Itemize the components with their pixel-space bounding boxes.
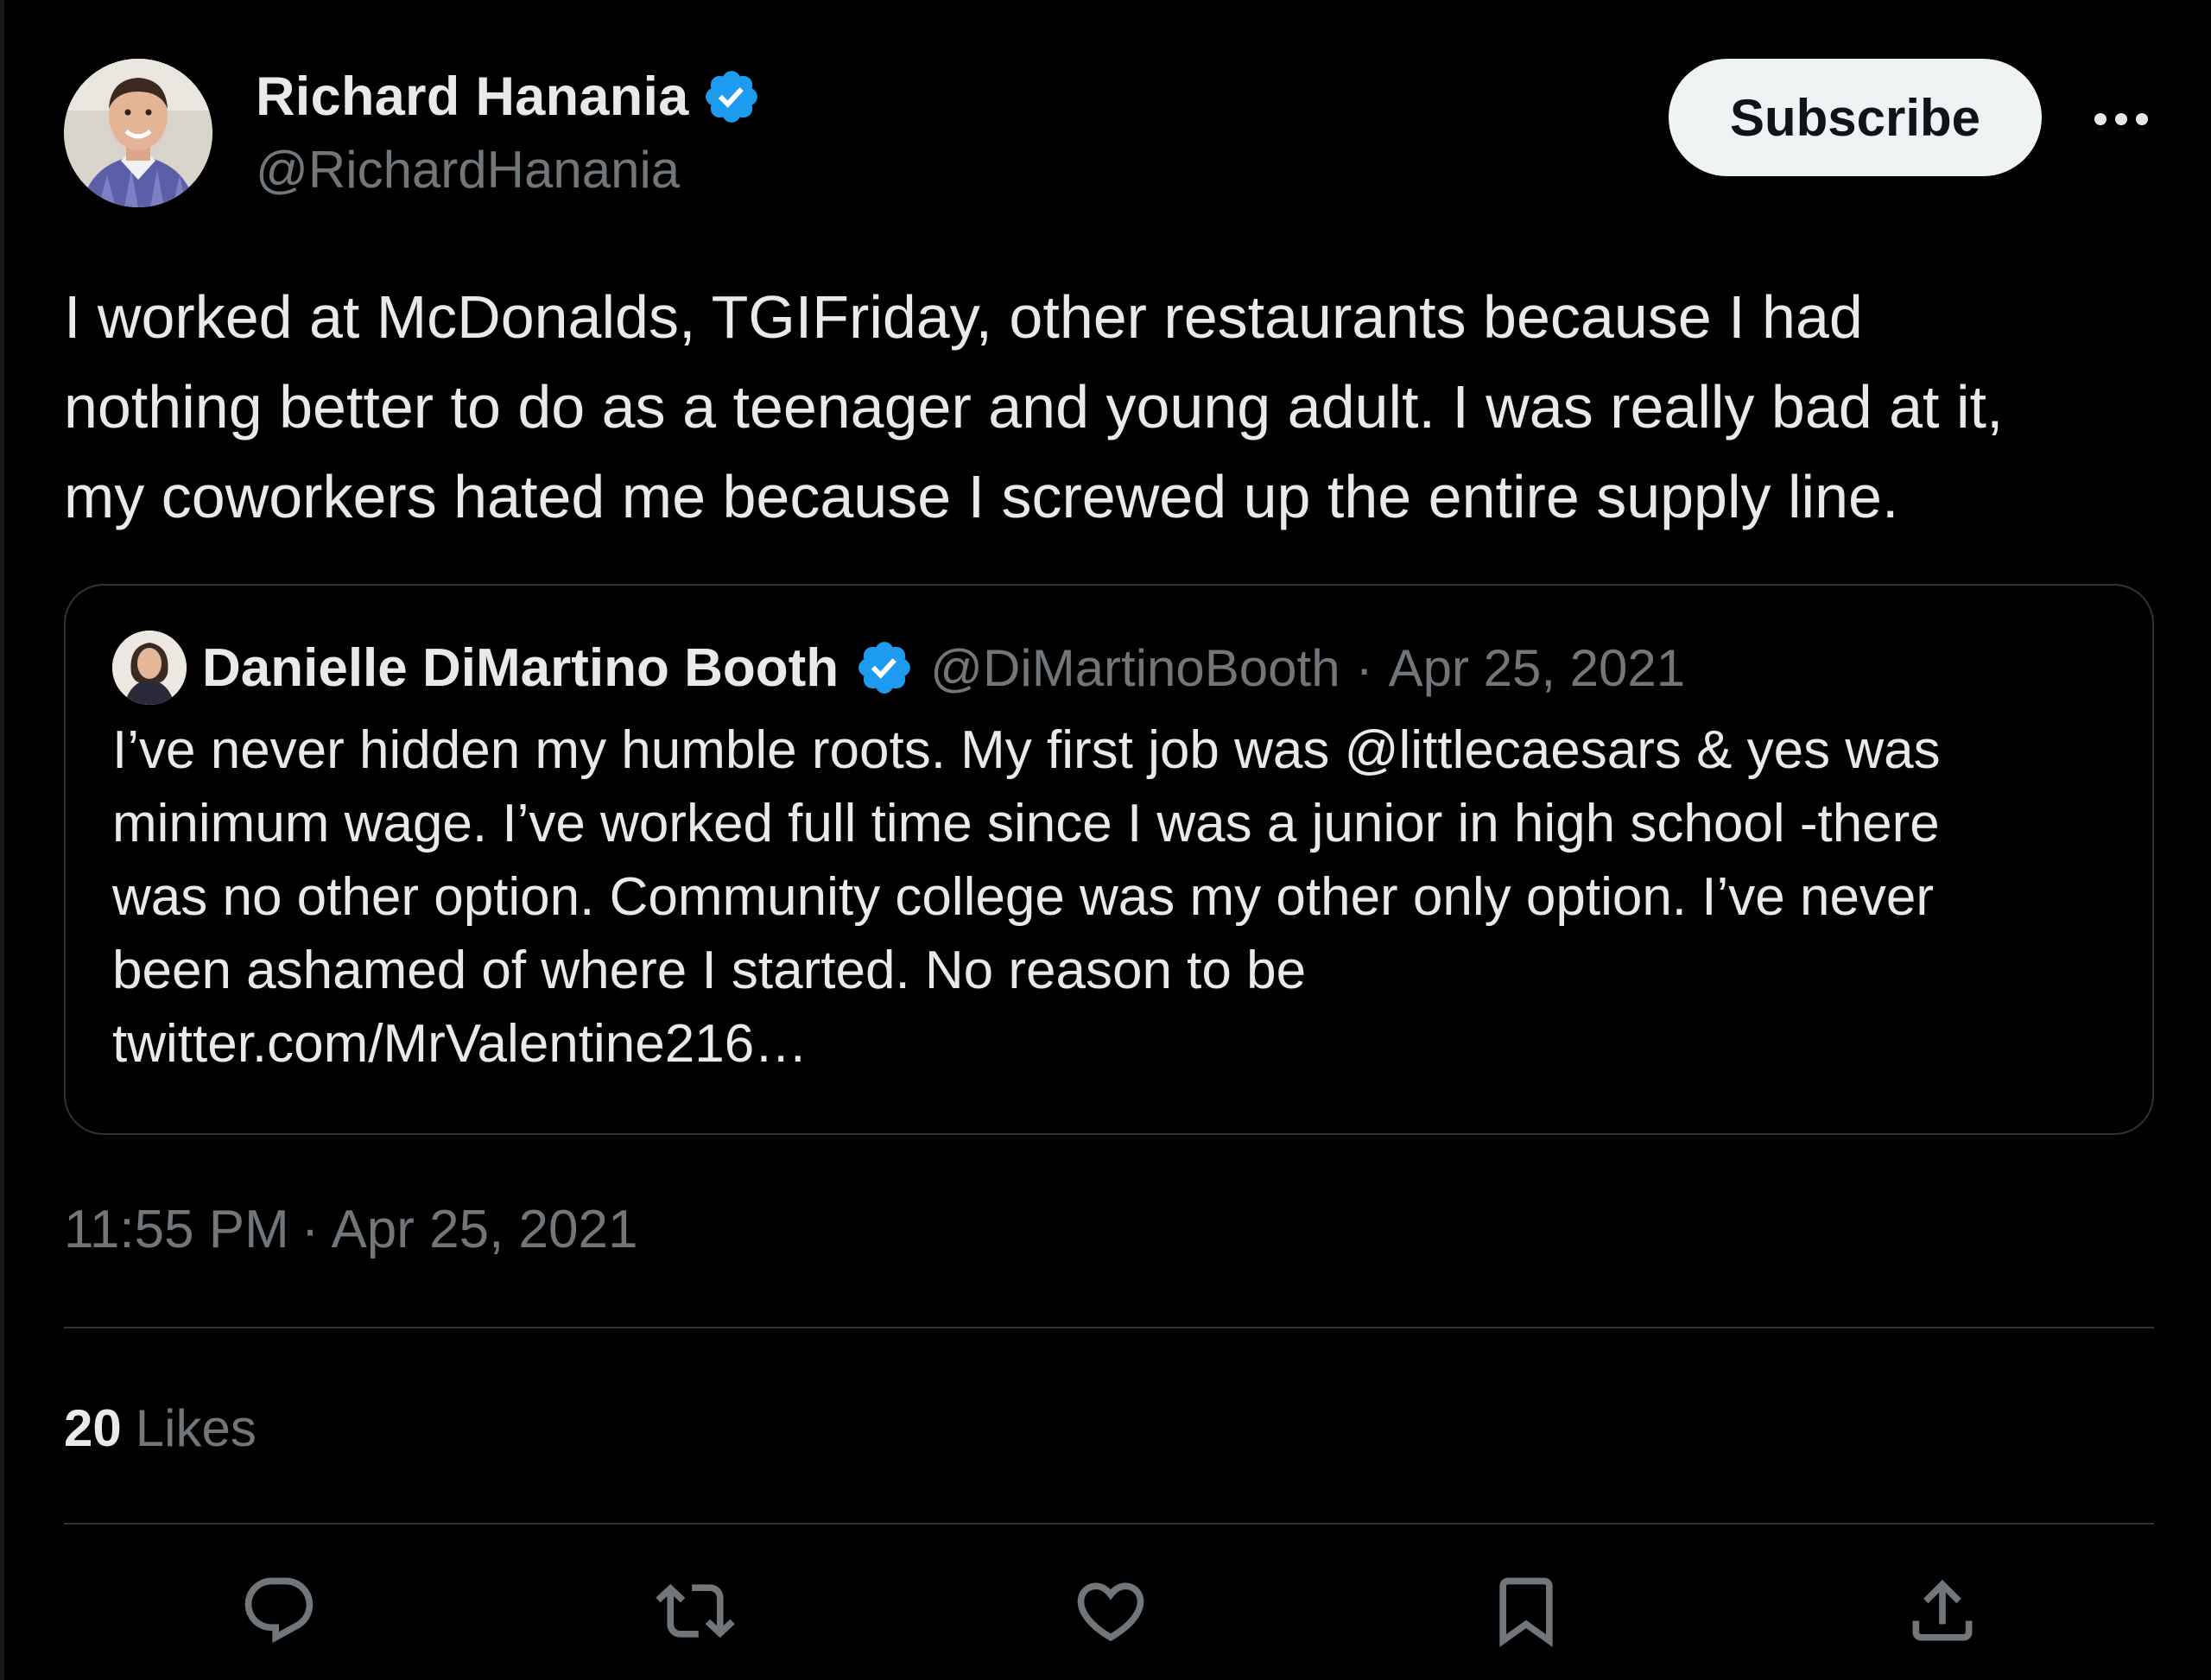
tweet-detail: Richard Hanania @RichardHanania Subscrib… (0, 0, 2211, 1680)
quote-text-line: been ashamed of where I started. No reas… (112, 941, 1307, 1000)
author-name-row: Richard Hanania (256, 62, 762, 131)
like-button[interactable] (1063, 1563, 1158, 1658)
quote-text: I’ve never hidden my humble roots. My fi… (112, 713, 2116, 1081)
quote-text-line: was no other option. Community college w… (112, 867, 1935, 927)
author-handle[interactable]: @RichardHanania (256, 140, 680, 200)
bookmark-icon (1499, 1577, 1553, 1647)
divider-top (64, 1327, 2154, 1328)
quote-date[interactable]: Apr 25, 2021 (1389, 638, 1686, 698)
like-icon (1077, 1582, 1144, 1642)
quote-link[interactable]: twitter.com/MrValentine216… (112, 1007, 2116, 1081)
quote-avatar-photo-icon (112, 631, 187, 705)
author-avatar[interactable] (64, 59, 212, 207)
more-dots-icon (2094, 113, 2148, 125)
action-bar (64, 1563, 2154, 1658)
tweet-text: I worked at McDonalds, TGIFriday, other … (64, 272, 2154, 542)
quote-text-line: I’ve never hidden my humble roots. My fi… (112, 720, 1941, 780)
tweet-text-line: I worked at McDonalds, TGIFriday, other … (64, 283, 1863, 351)
retweet-icon (656, 1583, 735, 1639)
left-border (0, 0, 4, 1680)
quote-tweet-card[interactable]: Danielle DiMartino Booth @DiMartinoBooth… (64, 584, 2154, 1135)
quote-author-avatar[interactable] (112, 631, 187, 705)
share-button[interactable] (1895, 1563, 1990, 1658)
tweet-header: Richard Hanania @RichardHanania Subscrib… (64, 59, 2154, 207)
bookmark-button[interactable] (1479, 1563, 1574, 1658)
timestamp-time: 11:55 PM (64, 1199, 289, 1259)
quote-separator: · (1355, 638, 1373, 697)
likes-stat[interactable]: 20 Likes (64, 1391, 257, 1465)
more-options-button[interactable] (2087, 85, 2156, 154)
author-name[interactable]: Richard Hanania (256, 66, 689, 128)
timestamp-date: Apr 25, 2021 (331, 1199, 638, 1259)
share-icon (1912, 1579, 1973, 1641)
reply-button[interactable] (231, 1563, 326, 1658)
likes-label: Likes (135, 1398, 257, 1457)
tweet-text-line: nothing better to do as a teenager and y… (64, 373, 2004, 441)
divider-bottom (64, 1523, 2154, 1525)
subscribe-button[interactable]: Subscribe (1669, 59, 2042, 176)
quote-text-line: minimum wage. I’ve worked full time sinc… (112, 794, 1940, 853)
quote-verified-badge-icon (858, 642, 911, 694)
quote-author-name[interactable]: Danielle DiMartino Booth (202, 637, 839, 699)
verified-badge-icon (705, 71, 757, 123)
likes-count: 20 (64, 1398, 122, 1457)
quote-author-handle[interactable]: @DiMartinoBooth (930, 638, 1340, 698)
retweet-button[interactable] (648, 1563, 743, 1658)
tweet-text-line: my coworkers hated me because I screwed … (64, 463, 1899, 530)
reply-icon (244, 1577, 314, 1644)
quote-header: Danielle DiMartino Booth @DiMartinoBooth… (112, 629, 1685, 707)
tweet-timestamp[interactable]: 11:55 PM · Apr 25, 2021 (64, 1192, 637, 1266)
avatar-photo-icon (64, 59, 212, 207)
timestamp-separator: · (301, 1199, 320, 1259)
